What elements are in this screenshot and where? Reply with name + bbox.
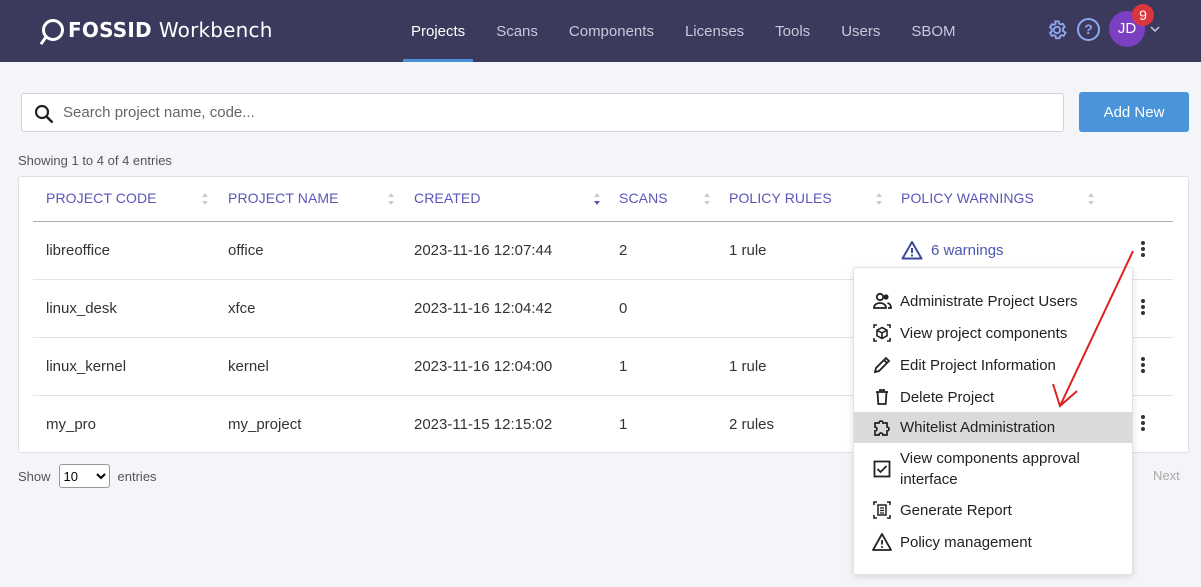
cell-project-name: office: [228, 242, 264, 259]
cell-scans: 0: [619, 300, 628, 317]
notification-badge[interactable]: 9: [1132, 4, 1154, 26]
nav-sbom[interactable]: SBOM: [903, 0, 963, 62]
cell-created: 2023-11-15 12:15:02: [414, 416, 553, 433]
row-actions-menu-icon[interactable]: [1140, 357, 1146, 375]
policy-warnings-link[interactable]: 6 warnings: [901, 240, 1004, 260]
cell-created: 2023-11-16 12:04:00: [414, 358, 553, 375]
cube-icon: [873, 324, 891, 342]
show-label: Show: [18, 468, 51, 484]
page-size-select[interactable]: 10: [58, 464, 110, 488]
cell-project-code[interactable]: libreoffice: [46, 242, 110, 259]
nav-projects[interactable]: Projects: [403, 0, 474, 62]
cell-created: 2023-11-16 12:04:42: [414, 300, 553, 317]
main-nav: Projects Scans Components Licenses Tools…: [403, 0, 979, 62]
cell-project-code[interactable]: my_pro: [46, 416, 96, 433]
menu-item-policy-management[interactable]: Policy management: [854, 526, 1132, 558]
cell-scans: 1: [619, 358, 628, 375]
pencil-icon: [873, 356, 891, 374]
report-icon: [873, 501, 891, 519]
column-header-project-name[interactable]: PROJECT NAME: [228, 190, 339, 206]
column-header-policy-rules[interactable]: POLICY RULES: [729, 190, 832, 206]
row-actions-menu-icon[interactable]: [1140, 241, 1146, 259]
column-header-policy-warnings[interactable]: POLICY WARNINGS: [901, 190, 1034, 206]
column-header-scans[interactable]: SCANS: [619, 190, 668, 206]
nav-scans[interactable]: Scans: [488, 0, 546, 62]
nav-components[interactable]: Components: [561, 0, 662, 62]
sort-icon[interactable]: [703, 190, 711, 208]
checkbox-icon: [873, 460, 891, 478]
row-actions-menu-icon[interactable]: [1140, 415, 1146, 433]
menu-item-generate-report[interactable]: Generate Report: [854, 494, 1132, 526]
gear-icon[interactable]: [1046, 19, 1068, 41]
cell-policy-rules: 1 rule: [729, 242, 767, 259]
logo-icon: [42, 19, 64, 41]
sort-icon[interactable]: [201, 190, 209, 208]
cell-created: 2023-11-16 12:07:44: [414, 242, 553, 259]
cell-project-code[interactable]: linux_desk: [46, 300, 117, 317]
next-page-button[interactable]: Next: [1153, 468, 1180, 483]
nav-licenses[interactable]: Licenses: [677, 0, 752, 62]
cell-project-name: kernel: [228, 358, 269, 375]
menu-item-components-approval[interactable]: View components approval interface: [854, 446, 1132, 492]
entries-info: Showing 1 to 4 of 4 entries: [18, 153, 172, 168]
search-icon: [34, 104, 54, 124]
help-icon[interactable]: ?: [1077, 18, 1100, 41]
warnings-count[interactable]: 6 warnings: [931, 242, 1004, 259]
cell-project-name: xfce: [228, 300, 256, 317]
entries-label: entries: [117, 468, 157, 484]
nav-tools[interactable]: Tools: [767, 0, 818, 62]
users-icon: [873, 292, 892, 309]
project-search: [21, 93, 1064, 132]
cell-project-name: my_project: [228, 416, 302, 433]
cell-scans: 1: [619, 416, 628, 433]
column-header-project-code[interactable]: PROJECT CODE: [46, 190, 157, 206]
row-actions-menu-icon[interactable]: [1140, 299, 1146, 317]
cell-scans: 2: [619, 242, 628, 259]
sort-descending-icon[interactable]: [593, 190, 601, 208]
sort-icon[interactable]: [875, 190, 883, 208]
cell-policy-rules: 1 rule: [729, 358, 767, 375]
search-input[interactable]: [63, 94, 1053, 131]
puzzle-icon: [874, 420, 890, 436]
menu-item-whitelist-administration[interactable]: Whitelist Administration: [854, 412, 1132, 443]
page-size-control: Show 10 entries: [18, 464, 157, 488]
nav-users[interactable]: Users: [833, 0, 888, 62]
column-header-created[interactable]: CREATED: [414, 190, 481, 206]
cell-project-code[interactable]: linux_kernel: [46, 358, 126, 375]
sort-icon[interactable]: [1087, 190, 1095, 208]
trash-icon: [876, 389, 888, 405]
annotation-arrow: [1052, 250, 1134, 408]
cell-policy-rules: 2 rules: [729, 416, 775, 433]
logo-fossid-text: FOSSID: [68, 18, 152, 42]
chevron-down-icon[interactable]: [1150, 24, 1160, 34]
logo-workbench-text: Workbench: [158, 18, 273, 42]
fossid-logo[interactable]: FOSSID Workbench: [42, 16, 273, 44]
add-new-button[interactable]: Add New: [1079, 92, 1189, 132]
table-header-divider: [33, 221, 1173, 222]
warning-icon: [901, 241, 923, 260]
warning-icon: [872, 533, 892, 551]
top-navigation-bar: FOSSID Workbench Projects Scans Componen…: [0, 0, 1201, 62]
sort-icon[interactable]: [387, 190, 395, 208]
